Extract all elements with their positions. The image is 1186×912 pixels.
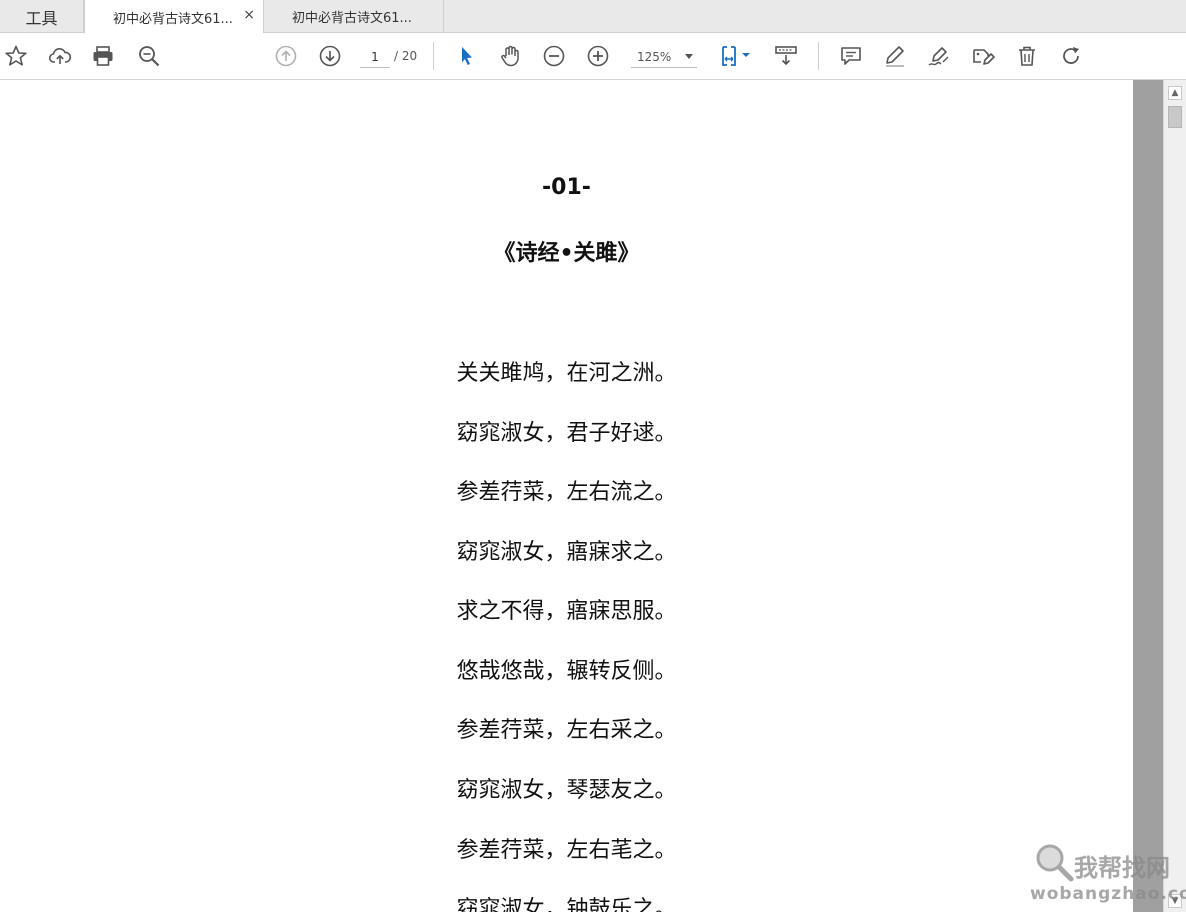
highlight-icon[interactable]: [881, 42, 909, 70]
page-down-icon[interactable]: [316, 42, 344, 70]
hand-icon[interactable]: [496, 42, 524, 70]
document-page: -01- 《诗经•关雎》 关关雎鸠，在河之洲。 窈窕淑女，君子好逑。 参差荇菜，…: [0, 80, 1133, 912]
poem-line: 参差荇菜，左右采之。: [456, 718, 677, 743]
poem-line: 悠哉悠哉，辗转反侧。: [456, 659, 677, 684]
toolbar-divider: [818, 42, 819, 70]
sign-icon[interactable]: [925, 42, 953, 70]
page-gutter: [1133, 80, 1163, 912]
zoom-level-value: 125%: [637, 49, 672, 64]
poem-line: 求之不得，寤寐思服。: [456, 599, 677, 624]
select-cursor-icon[interactable]: [452, 42, 480, 70]
close-icon[interactable]: ×: [243, 7, 255, 23]
toolbar: / 20 125%: [0, 33, 1186, 80]
fit-page-icon[interactable]: [716, 42, 754, 70]
poem-number: -01-: [542, 175, 591, 200]
tab-document-2-label: 初中必背古诗文61...: [292, 11, 412, 26]
poem-line: 参差荇菜，左右流之。: [456, 480, 677, 505]
vertical-scrollbar[interactable]: ▲ ▼: [1163, 80, 1186, 912]
zoom-level-select[interactable]: 125%: [631, 46, 697, 68]
tab-bar: 工具 初中必背古诗文61... × 初中必背古诗文61...: [0, 0, 1186, 34]
scroll-thumb[interactable]: [1168, 106, 1182, 128]
tab-tools-label: 工具: [25, 8, 58, 28]
watermark-en: wobangzhao.com: [1030, 884, 1186, 904]
page-number-input[interactable]: [360, 46, 390, 68]
page-total-label: / 20: [394, 49, 418, 63]
zoom-out-icon[interactable]: [540, 42, 568, 70]
watermark: 我帮找网 wobangzhao.com: [1030, 840, 1186, 910]
tab-tools[interactable]: 工具: [0, 0, 84, 33]
poem-title: 《诗经•关雎》: [493, 241, 640, 266]
toolbar-divider: [433, 42, 434, 70]
delete-icon[interactable]: [1013, 42, 1041, 70]
fill-sign-icon[interactable]: [969, 42, 997, 70]
scroll-up-icon[interactable]: ▲: [1168, 86, 1182, 100]
chevron-down-icon: [685, 54, 693, 59]
poem-line: 窈窕淑女，寤寐求之。: [456, 540, 677, 565]
print-icon[interactable]: [89, 42, 117, 70]
tab-document-1[interactable]: 初中必背古诗文61... ×: [84, 0, 264, 34]
poem-line: 窈窕淑女，君子好逑。: [456, 421, 677, 446]
watermark-cn: 我帮找网: [1074, 854, 1170, 882]
comment-icon[interactable]: [837, 42, 865, 70]
zoom-search-icon[interactable]: [135, 42, 163, 70]
poem-line: 窈窕淑女，琴瑟友之。: [456, 778, 677, 803]
tab-document-1-label: 初中必背古诗文61...: [113, 11, 233, 27]
poem-line: 参差荇菜，左右芼之。: [456, 838, 677, 863]
star-icon[interactable]: [2, 42, 30, 70]
magnifier-icon: [1036, 844, 1074, 882]
scroll-mode-icon[interactable]: [772, 42, 800, 70]
rotate-icon[interactable]: [1057, 42, 1085, 70]
cloud-upload-icon[interactable]: [46, 42, 74, 70]
poem-line: 窈窕淑女，钟鼓乐之。: [456, 897, 677, 912]
poem-line: 关关雎鸠，在河之洲。: [456, 361, 677, 386]
zoom-in-icon[interactable]: [584, 42, 612, 70]
page-up-icon[interactable]: [272, 42, 300, 70]
tab-document-2[interactable]: 初中必背古诗文61...: [264, 0, 444, 33]
